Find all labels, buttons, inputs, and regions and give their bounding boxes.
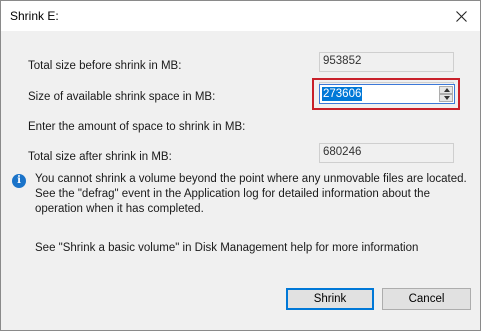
- dialog-body: Total size before shrink in MB: 953852 S…: [1, 31, 480, 330]
- info-icon: i: [12, 174, 26, 188]
- info-message: You cannot shrink a volume beyond the po…: [35, 173, 467, 215]
- total-after-label: Total size after shrink in MB:: [28, 151, 172, 163]
- spin-up-button[interactable]: [439, 86, 453, 94]
- shrink-amount-spinner[interactable]: 273606: [319, 84, 455, 104]
- available-label: Size of available shrink space in MB:: [28, 91, 216, 103]
- shrink-button[interactable]: Shrink: [286, 288, 374, 310]
- shrink-amount-input[interactable]: 273606: [322, 87, 363, 101]
- shrink-dialog: Shrink E: Total size before shrink in MB…: [0, 0, 481, 331]
- title-bar: Shrink E:: [1, 1, 480, 31]
- arrow-up-icon: [444, 88, 450, 92]
- spin-buttons: [439, 86, 453, 102]
- cancel-button[interactable]: Cancel: [382, 288, 471, 310]
- help-message: See "Shrink a basic volume" in Disk Mana…: [35, 242, 419, 254]
- total-after-value: 680246: [319, 143, 454, 163]
- total-before-label: Total size before shrink in MB:: [28, 60, 182, 72]
- close-button[interactable]: [450, 5, 472, 27]
- close-icon: [455, 10, 467, 22]
- shrink-amount-label: Enter the amount of space to shrink in M…: [28, 121, 246, 133]
- arrow-down-icon: [444, 96, 450, 100]
- spin-down-button[interactable]: [439, 94, 453, 102]
- window-title: Shrink E:: [10, 9, 59, 23]
- total-before-value: 953852: [319, 52, 454, 72]
